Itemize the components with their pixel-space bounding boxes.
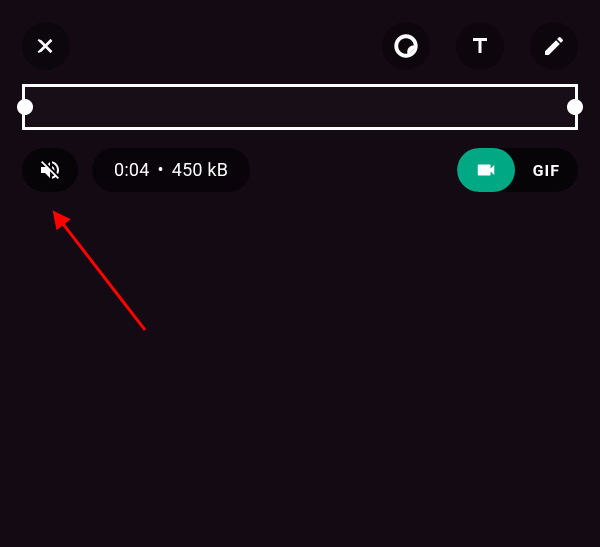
- video-trim-bar[interactable]: [22, 84, 578, 130]
- duration-text: 0:04: [114, 160, 150, 181]
- draw-button[interactable]: [530, 22, 578, 70]
- sticker-icon: [393, 33, 419, 59]
- edit-tools: [382, 22, 578, 70]
- text-icon: [468, 34, 492, 58]
- text-button[interactable]: [456, 22, 504, 70]
- video-meta: 0:04 • 450 kB: [92, 148, 250, 192]
- info-row: 0:04 • 450 kB GIF: [22, 148, 578, 192]
- sticker-button[interactable]: [382, 22, 430, 70]
- separator-dot: •: [158, 160, 164, 181]
- mute-button[interactable]: [22, 148, 78, 192]
- gif-label: GIF: [533, 161, 560, 180]
- close-button[interactable]: [22, 22, 70, 70]
- gif-mode-option[interactable]: GIF: [515, 148, 578, 192]
- trim-handle-end[interactable]: [567, 99, 583, 115]
- pencil-icon: [542, 34, 566, 58]
- close-icon: [35, 35, 57, 57]
- annotation-arrow: [0, 0, 600, 547]
- video-gif-toggle[interactable]: GIF: [457, 148, 578, 192]
- video-mode-option[interactable]: [457, 148, 515, 192]
- filesize-text: 450 kB: [172, 160, 228, 181]
- trim-handle-start[interactable]: [17, 99, 33, 115]
- video-camera-icon: [475, 159, 497, 181]
- top-toolbar: [0, 0, 600, 70]
- mute-icon: [38, 158, 62, 182]
